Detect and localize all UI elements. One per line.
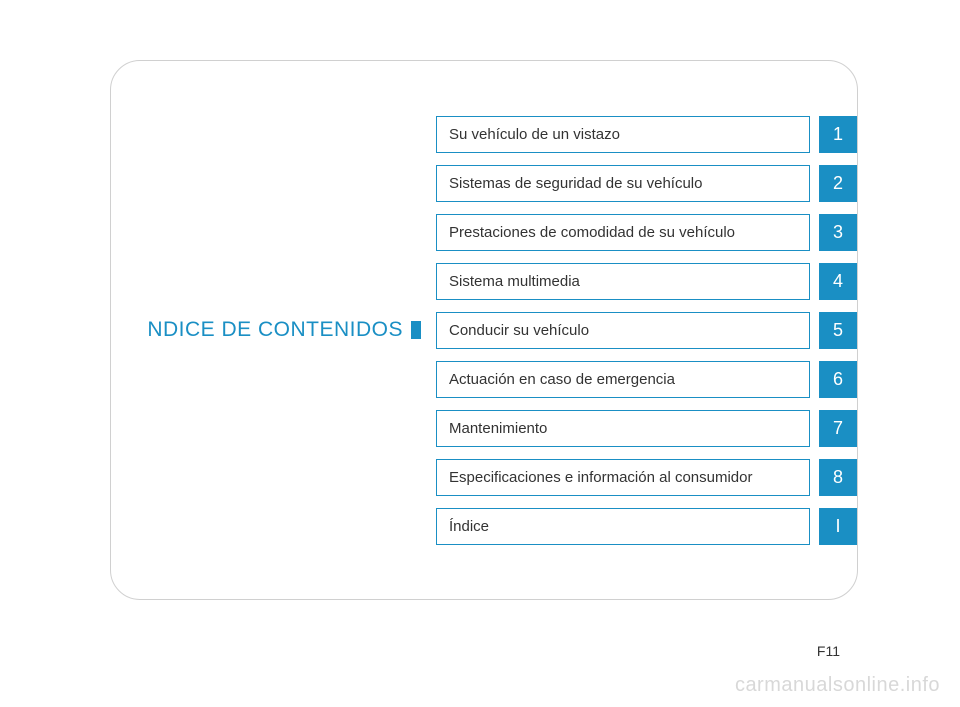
toc-item[interactable]: Sistema multimedia 4 <box>436 263 857 300</box>
toc-item-number: 2 <box>819 165 857 202</box>
toc-item[interactable]: Índice I <box>436 508 857 545</box>
toc-item-number: 1 <box>819 116 857 153</box>
toc-item[interactable]: Mantenimiento 7 <box>436 410 857 447</box>
toc-item-label: Actuación en caso de emergencia <box>436 361 810 398</box>
toc-item-number: 4 <box>819 263 857 300</box>
toc-item[interactable]: Especificaciones e información al consum… <box>436 459 857 496</box>
toc-item-number: 3 <box>819 214 857 251</box>
toc-list: Su vehículo de un vistazo 1 Sistemas de … <box>436 98 857 563</box>
toc-item[interactable]: Conducir su vehículo 5 <box>436 312 857 349</box>
toc-item-number: 7 <box>819 410 857 447</box>
toc-item-label: Conducir su vehículo <box>436 312 810 349</box>
toc-item-label: Su vehículo de un vistazo <box>436 116 810 153</box>
title-section: NDICE DE CONTENIDOS <box>111 318 436 342</box>
toc-item[interactable]: Sistemas de seguridad de su vehículo 2 <box>436 165 857 202</box>
toc-item-label: Sistema multimedia <box>436 263 810 300</box>
toc-title: NDICE DE CONTENIDOS <box>147 318 403 342</box>
toc-item[interactable]: Su vehículo de un vistazo 1 <box>436 116 857 153</box>
toc-item-number: 5 <box>819 312 857 349</box>
page-frame: NDICE DE CONTENIDOS Su vehículo de un vi… <box>110 60 858 600</box>
page-number: F11 <box>817 643 840 659</box>
toc-item-number: I <box>819 508 857 545</box>
toc-item-label: Sistemas de seguridad de su vehículo <box>436 165 810 202</box>
toc-item[interactable]: Prestaciones de comodidad de su vehículo… <box>436 214 857 251</box>
watermark: carmanualsonline.info <box>735 674 940 697</box>
toc-item-label: Especificaciones e información al consum… <box>436 459 810 496</box>
toc-item[interactable]: Actuación en caso de emergencia 6 <box>436 361 857 398</box>
toc-item-label: Índice <box>436 508 810 545</box>
toc-item-label: Prestaciones de comodidad de su vehículo <box>436 214 810 251</box>
toc-item-number: 6 <box>819 361 857 398</box>
toc-item-number: 8 <box>819 459 857 496</box>
title-marker-icon <box>411 321 421 339</box>
toc-item-label: Mantenimiento <box>436 410 810 447</box>
